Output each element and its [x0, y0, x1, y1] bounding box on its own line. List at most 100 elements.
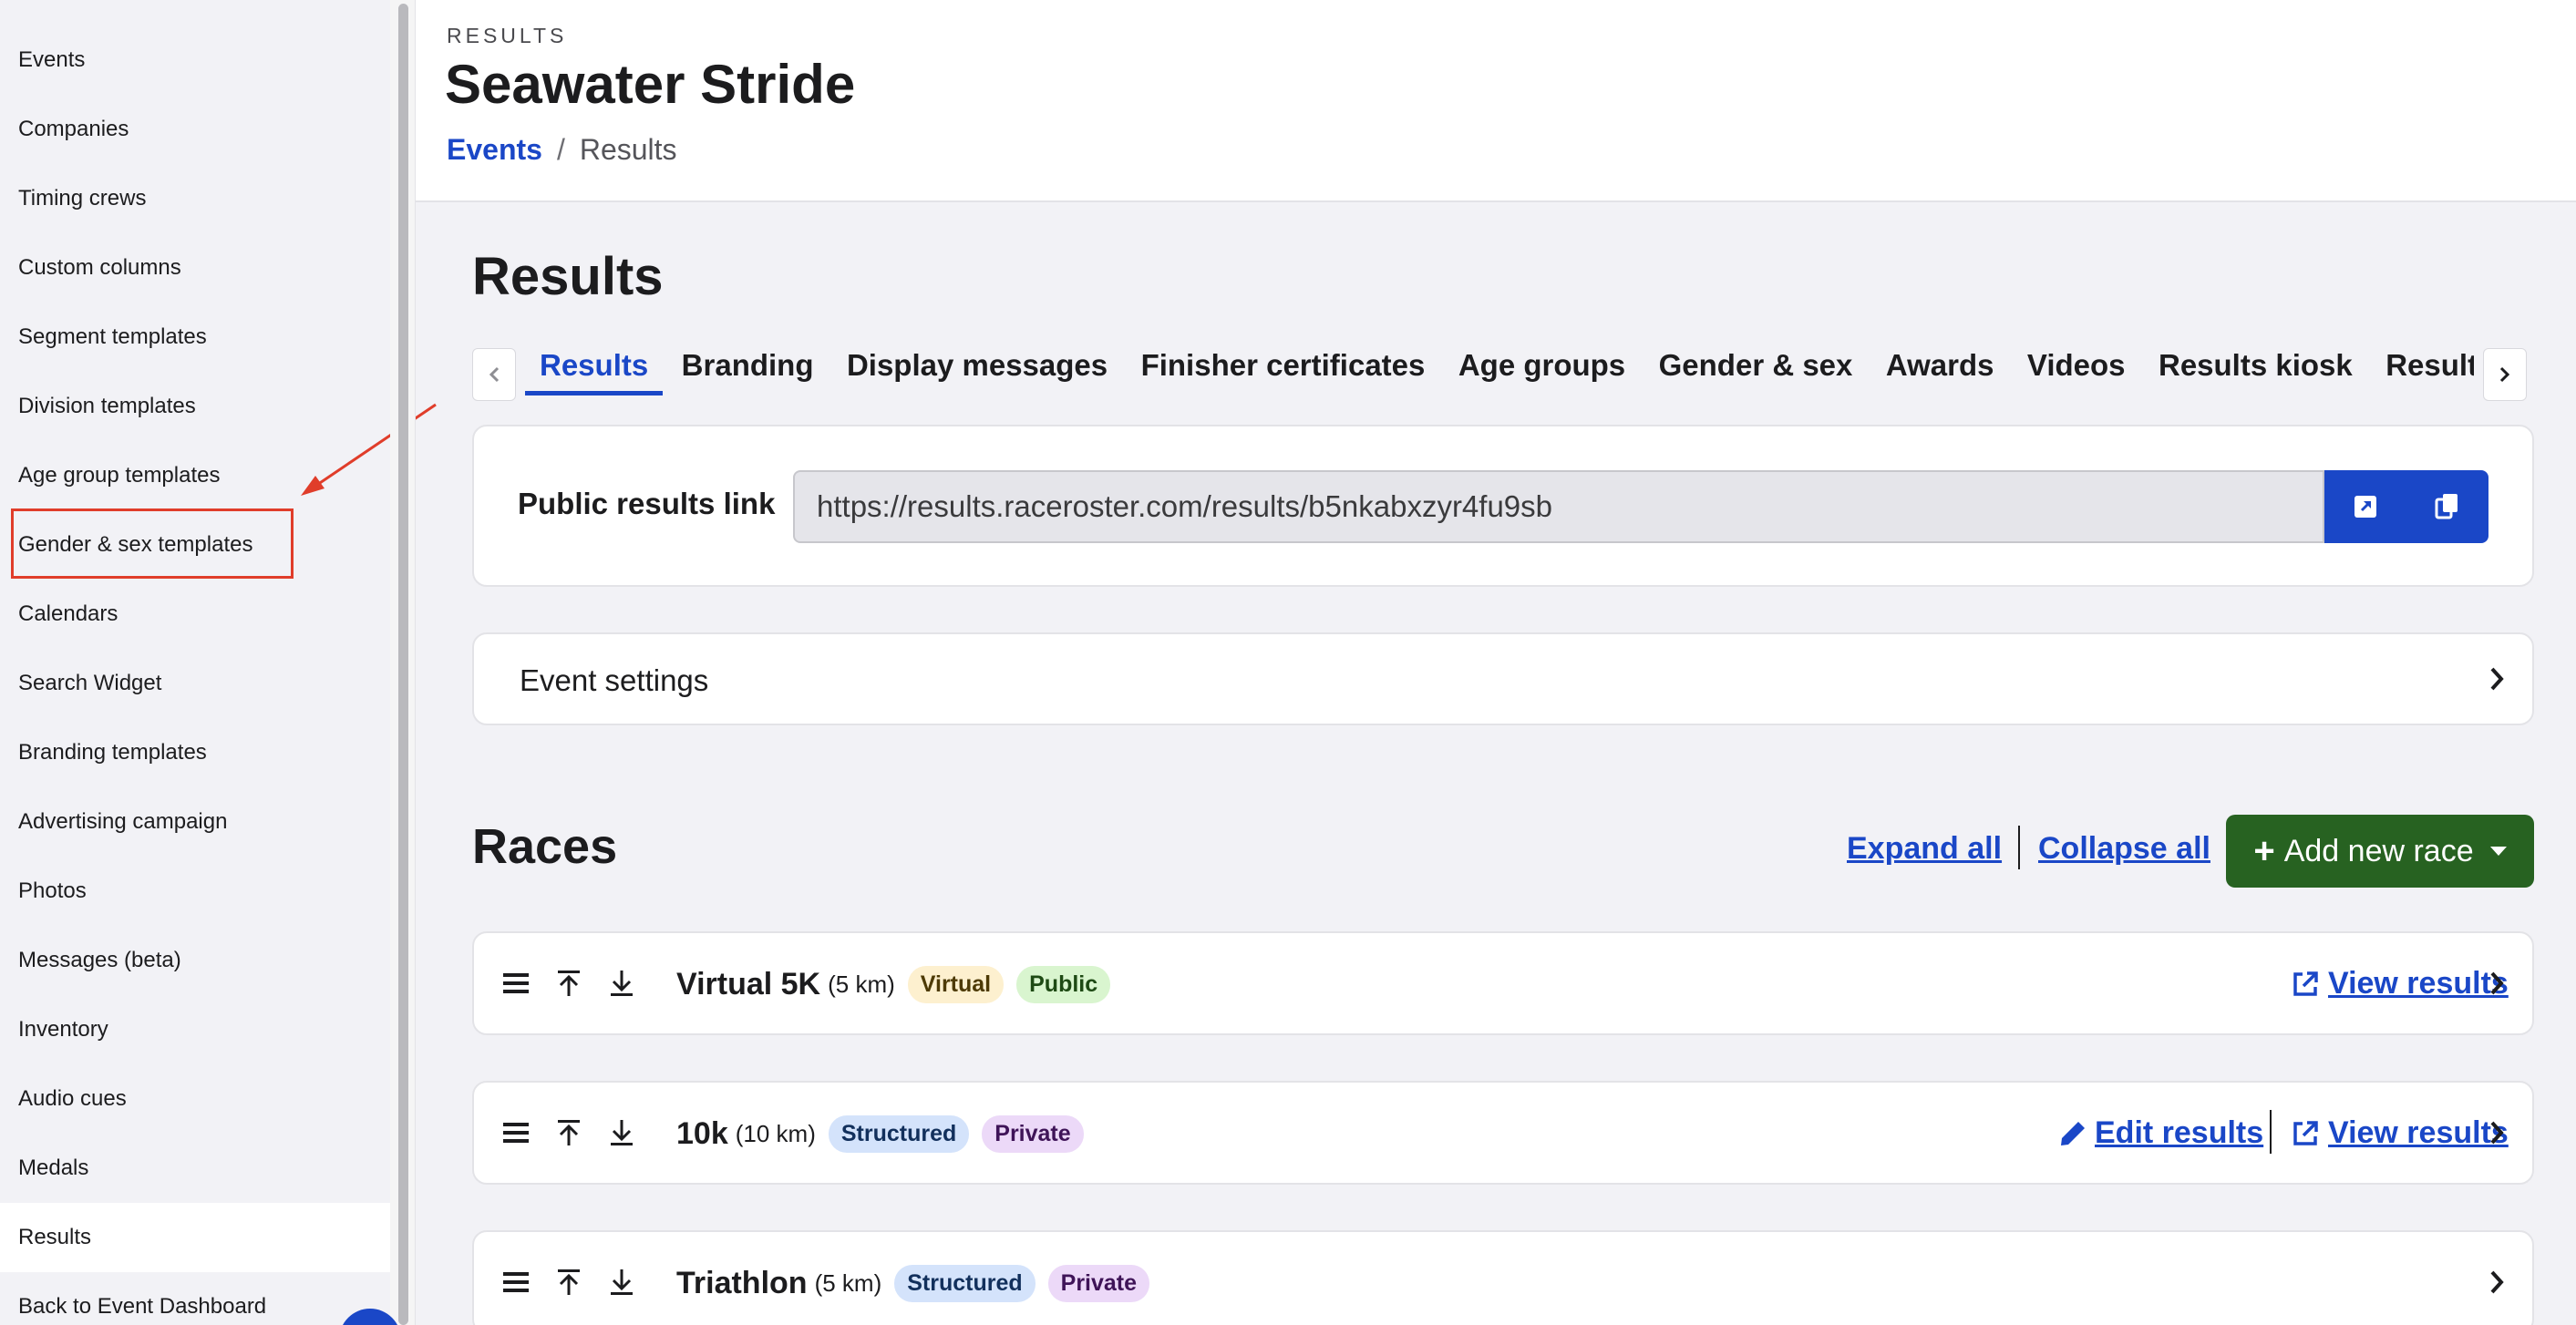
sidebar-item-label: Search Widget — [18, 671, 162, 695]
tabs-scroll-right-button[interactable] — [2483, 348, 2527, 401]
race-handles — [501, 968, 636, 999]
open-link-button[interactable] — [2324, 470, 2406, 543]
caret-down-icon — [2489, 847, 2507, 856]
sidebar-item-segment-templates[interactable]: Segment templates — [0, 303, 390, 372]
add-new-race-button[interactable]: + Add new race — [2226, 815, 2534, 888]
expand-all-link[interactable]: Expand all — [1847, 831, 2002, 867]
tab-results-kiosk[interactable]: Results kiosk — [2144, 328, 2367, 395]
badge-virtual: Virtual — [907, 966, 1005, 1003]
sidebar-item-results[interactable]: Results — [0, 1203, 390, 1272]
sidebar-item-back-to-dashboard[interactable]: Back to Event Dashboard — [0, 1272, 390, 1325]
chevron-right-icon[interactable] — [2483, 970, 2510, 997]
sidebar-item-label: Companies — [18, 117, 129, 141]
sidebar-item-messages[interactable]: Messages (beta) — [0, 926, 390, 995]
sidebar-item-label: Back to Event Dashboard — [18, 1294, 267, 1319]
view-results-link[interactable]: View results — [2290, 1115, 2509, 1151]
sidebar-item-label: Age group templates — [18, 463, 221, 488]
race-title: Virtual 5K (5 km) Virtual Public — [676, 966, 1111, 1003]
race-handles — [501, 1117, 636, 1148]
view-results-link[interactable]: View results — [2290, 966, 2509, 1001]
view-results-label: View results — [2328, 966, 2509, 1001]
view-results-label: View results — [2328, 1115, 2509, 1150]
race-title: 10k (10 km) Structured Private — [676, 1115, 1084, 1153]
sidebar-item-label: Timing crews — [18, 186, 147, 211]
tab-display-messages[interactable]: Display messages — [832, 328, 1122, 395]
move-to-bottom-icon[interactable] — [607, 968, 636, 999]
race-name: Virtual 5K — [676, 967, 821, 1001]
move-to-bottom-icon[interactable] — [607, 1117, 636, 1148]
sidebar-item-companies[interactable]: Companies — [0, 95, 390, 164]
edit-results-link[interactable]: Edit results — [2058, 1115, 2263, 1151]
event-settings-card[interactable]: Event settings — [472, 632, 2534, 725]
tab-branding[interactable]: Branding — [667, 328, 829, 395]
divider — [2018, 826, 2020, 869]
race-distance: (5 km) — [828, 971, 895, 998]
sidebar-item-audio-cues[interactable]: Audio cues — [0, 1064, 390, 1134]
drag-handle-icon[interactable] — [501, 1267, 531, 1298]
breadcrumb-link-events[interactable]: Events — [447, 133, 542, 167]
move-to-top-icon[interactable] — [554, 1267, 583, 1298]
divider — [2270, 1110, 2272, 1154]
tab-results-embed[interactable]: Results embed — [2371, 328, 2474, 395]
race-row[interactable]: 10k (10 km) Structured Private Edit resu… — [472, 1081, 2534, 1185]
sidebar-item-label: Messages (beta) — [18, 948, 181, 972]
chevron-right-icon[interactable] — [2483, 1269, 2510, 1296]
drag-handle-icon[interactable] — [501, 1117, 531, 1148]
tab-awards[interactable]: Awards — [1871, 328, 2009, 395]
sidebar-item-inventory[interactable]: Inventory — [0, 995, 390, 1064]
add-new-race-label: Add new race — [2283, 833, 2474, 868]
sidebar-item-label: Branding templates — [18, 740, 207, 765]
sidebar-item-label: Calendars — [18, 601, 118, 626]
race-row[interactable]: Virtual 5K (5 km) Virtual Public View re… — [472, 931, 2534, 1035]
page-eyebrow: RESULTS — [447, 24, 568, 47]
chevron-right-icon[interactable] — [2483, 1119, 2510, 1146]
move-to-bottom-icon[interactable] — [607, 1267, 636, 1298]
plus-icon: + — [2253, 830, 2275, 871]
public-results-link-input[interactable] — [793, 470, 2324, 543]
move-to-top-icon[interactable] — [554, 1117, 583, 1148]
sidebar-item-events[interactable]: Events — [0, 26, 390, 95]
collapse-all-link[interactable]: Collapse all — [2038, 831, 2210, 867]
sidebar-item-label: Segment templates — [18, 324, 207, 349]
drag-handle-icon[interactable] — [501, 968, 531, 999]
sidebar-item-branding-templates[interactable]: Branding templates — [0, 718, 390, 787]
sidebar: Events Companies Timing crews Custom col… — [0, 0, 437, 1325]
tabs-scroll-left-button[interactable] — [472, 348, 516, 401]
sidebar-item-label: Results — [18, 1225, 92, 1249]
tab-videos[interactable]: Videos — [2013, 328, 2140, 395]
edit-results-label: Edit results — [2095, 1115, 2264, 1150]
sidebar-item-photos[interactable]: Photos — [0, 857, 390, 926]
move-to-top-icon[interactable] — [554, 968, 583, 999]
sidebar-scrollbar[interactable] — [390, 0, 416, 1325]
sidebar-item-medals[interactable]: Medals — [0, 1134, 390, 1203]
page-title: Seawater Stride — [445, 54, 856, 115]
race-row[interactable]: Triathlon (5 km) Structured Private — [472, 1230, 2534, 1325]
sidebar-item-custom-columns[interactable]: Custom columns — [0, 233, 390, 303]
races-heading: Races — [472, 819, 618, 874]
sidebar-item-search-widget[interactable]: Search Widget — [0, 649, 390, 718]
tab-gender-sex[interactable]: Gender & sex — [1644, 328, 1868, 395]
tab-results[interactable]: Results — [525, 328, 664, 395]
chevron-left-icon — [489, 366, 500, 383]
tabs-bar: Results Branding Display messages Finish… — [472, 328, 2527, 401]
main-content: Results Results Branding Display message… — [416, 202, 2576, 1325]
sidebar-item-calendars[interactable]: Calendars — [0, 580, 390, 649]
race-distance: (5 km) — [814, 1269, 882, 1297]
sidebar-scroll-thumb[interactable] — [398, 4, 408, 1325]
results-heading: Results — [472, 247, 664, 306]
badge-private: Private — [1047, 1265, 1150, 1302]
external-link-icon — [2293, 1120, 2318, 1145]
race-name: Triathlon — [676, 1266, 808, 1300]
copy-icon — [2435, 494, 2458, 519]
tab-age-groups[interactable]: Age groups — [1444, 328, 1640, 395]
sidebar-item-timing-crews[interactable]: Timing crews — [0, 164, 390, 233]
public-results-link-label: Public results link — [518, 487, 776, 520]
sidebar-item-label: Audio cues — [18, 1086, 127, 1111]
sidebar-item-label: Custom columns — [18, 255, 181, 280]
race-name: 10k — [676, 1116, 728, 1151]
sidebar-item-advertising-campaign[interactable]: Advertising campaign — [0, 787, 390, 857]
copy-link-button[interactable] — [2406, 470, 2488, 543]
tab-finisher-certificates[interactable]: Finisher certificates — [1127, 328, 1440, 395]
breadcrumb: Events / Results — [447, 133, 677, 167]
race-title: Triathlon (5 km) Structured Private — [676, 1265, 1150, 1302]
